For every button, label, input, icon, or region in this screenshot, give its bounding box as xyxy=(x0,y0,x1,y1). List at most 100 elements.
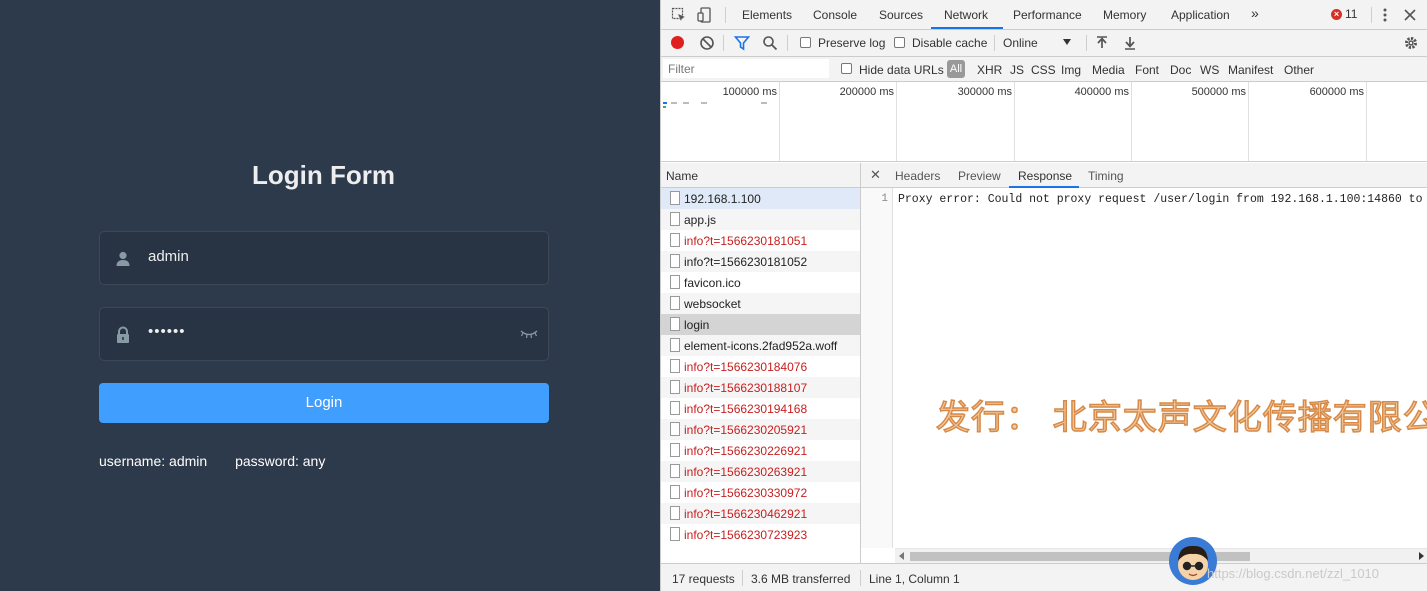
password-tip: password: any xyxy=(235,453,326,469)
login-button[interactable]: Login xyxy=(99,383,549,423)
file-icon xyxy=(670,422,680,436)
import-har-icon[interactable] xyxy=(1094,35,1110,51)
type-filter-manifest[interactable]: Manifest xyxy=(1228,63,1273,77)
request-row[interactable]: 192.168.1.100 xyxy=(661,188,860,209)
password-field[interactable]: •••••• xyxy=(99,307,549,361)
request-row[interactable]: info?t=1566230181051 xyxy=(661,230,860,251)
tick-label: 500000 ms xyxy=(1191,86,1246,98)
network-overview[interactable]: 100000 ms 200000 ms 300000 ms 400000 ms … xyxy=(661,82,1427,162)
request-row[interactable]: app.js xyxy=(661,209,860,230)
more-tabs-icon[interactable]: » xyxy=(1251,5,1259,21)
eye-closed-icon[interactable] xyxy=(520,328,538,340)
request-name: info?t=1566230181052 xyxy=(684,255,808,269)
inspect-element-icon[interactable] xyxy=(671,7,687,23)
request-row[interactable]: info?t=1566230263921 xyxy=(661,461,860,482)
request-row[interactable]: info?t=1566230226921 xyxy=(661,440,860,461)
file-icon xyxy=(670,233,680,247)
request-row[interactable]: info?t=1566230194168 xyxy=(661,398,860,419)
request-row[interactable]: info?t=1566230184076 xyxy=(661,356,860,377)
request-row[interactable]: info?t=1566230462921 xyxy=(661,503,860,524)
tab-response[interactable]: Response xyxy=(1018,169,1072,183)
scroll-right-icon[interactable] xyxy=(1419,552,1424,560)
device-toolbar-icon[interactable] xyxy=(697,7,713,23)
disable-cache-label[interactable]: Disable cache xyxy=(912,36,987,50)
request-row[interactable]: info?t=1566230181052 xyxy=(661,251,860,272)
preserve-log-label[interactable]: Preserve log xyxy=(818,36,885,50)
tab-network[interactable]: Network xyxy=(944,8,988,22)
error-count[interactable]: 11 xyxy=(1345,7,1357,21)
request-name: info?t=1566230462921 xyxy=(684,507,808,521)
error-icon[interactable]: × xyxy=(1331,9,1342,20)
tab-preview[interactable]: Preview xyxy=(958,169,1001,183)
timeline-bar xyxy=(663,102,667,104)
type-filter-all[interactable]: All xyxy=(947,60,965,78)
tab-timing[interactable]: Timing xyxy=(1088,169,1124,183)
tab-performance[interactable]: Performance xyxy=(1013,8,1082,22)
close-detail-icon[interactable]: ✕ xyxy=(870,167,881,183)
username-field[interactable]: admin xyxy=(99,231,549,285)
throttling-select[interactable]: Online xyxy=(1003,36,1038,50)
chevron-down-icon[interactable] xyxy=(1063,39,1071,45)
file-icon xyxy=(670,338,680,352)
type-filter-xhr[interactable]: XHR xyxy=(977,63,1002,77)
request-row[interactable]: info?t=1566230330972 xyxy=(661,482,860,503)
scroll-left-icon[interactable] xyxy=(899,552,904,560)
file-icon xyxy=(670,191,680,205)
request-row[interactable]: websocket xyxy=(661,293,860,314)
export-har-icon[interactable] xyxy=(1122,35,1138,51)
tick-label: 300000 ms xyxy=(957,86,1012,98)
clear-icon[interactable] xyxy=(699,35,715,51)
name-column-header[interactable]: Name xyxy=(666,169,698,183)
request-list-header[interactable]: Name xyxy=(661,163,861,188)
request-name: info?t=1566230330972 xyxy=(684,486,808,500)
type-filter-other[interactable]: Other xyxy=(1284,63,1314,77)
filter-input[interactable] xyxy=(663,59,829,78)
record-icon[interactable] xyxy=(671,36,684,49)
tab-memory[interactable]: Memory xyxy=(1103,8,1146,22)
request-row[interactable]: favicon.ico xyxy=(661,272,860,293)
request-row[interactable]: element-icons.2fad952a.woff xyxy=(661,335,860,356)
tab-console[interactable]: Console xyxy=(813,8,857,22)
timeline-bar xyxy=(701,102,707,104)
request-row[interactable]: info?t=1566230723923 xyxy=(661,524,860,545)
disable-cache-checkbox[interactable] xyxy=(894,37,905,48)
file-icon xyxy=(670,296,680,310)
type-filter-ws[interactable]: WS xyxy=(1200,63,1219,77)
response-text[interactable]: Proxy error: Could not proxy request /us… xyxy=(898,193,1427,206)
network-toolbar: Preserve log Disable cache Online xyxy=(661,30,1427,57)
file-icon xyxy=(670,527,680,541)
line-gutter: 1 xyxy=(861,188,893,548)
response-viewer[interactable]: 1 Proxy error: Could not proxy request /… xyxy=(861,188,1427,563)
tab-sources[interactable]: Sources xyxy=(879,8,923,22)
tab-application[interactable]: Application xyxy=(1171,8,1230,22)
hide-data-urls-label[interactable]: Hide data URLs xyxy=(859,63,944,77)
filter-icon[interactable] xyxy=(734,35,750,51)
type-filter-css[interactable]: CSS xyxy=(1031,63,1056,77)
password-value[interactable]: •••••• xyxy=(148,323,186,340)
request-row[interactable]: info?t=1566230205921 xyxy=(661,419,860,440)
hide-data-urls-checkbox[interactable] xyxy=(841,63,852,74)
request-name: 192.168.1.100 xyxy=(684,192,761,206)
request-name: info?t=1566230226921 xyxy=(684,444,808,458)
username-tip: username: admin xyxy=(99,453,208,469)
gear-icon[interactable] xyxy=(1403,35,1419,51)
search-icon[interactable] xyxy=(762,35,778,51)
devtools-tab-bar: Elements Console Sources Network Perform… xyxy=(661,0,1427,30)
kebab-menu-icon[interactable] xyxy=(1377,7,1393,23)
type-filter-font[interactable]: Font xyxy=(1135,63,1159,77)
tab-elements[interactable]: Elements xyxy=(742,8,792,22)
cursor-position: Line 1, Column 1 xyxy=(869,572,960,586)
type-filter-media[interactable]: Media xyxy=(1092,63,1125,77)
request-row[interactable]: login xyxy=(661,314,860,335)
type-filter-img[interactable]: Img xyxy=(1061,63,1081,77)
horizontal-scrollbar[interactable] xyxy=(895,548,1427,563)
close-devtools-icon[interactable] xyxy=(1402,7,1418,23)
preserve-log-checkbox[interactable] xyxy=(800,37,811,48)
type-filter-js[interactable]: JS xyxy=(1010,63,1024,77)
type-filter-doc[interactable]: Doc xyxy=(1170,63,1191,77)
tab-headers[interactable]: Headers xyxy=(895,169,940,183)
request-name: info?t=1566230263921 xyxy=(684,465,808,479)
timeline-bar xyxy=(761,102,767,104)
request-row[interactable]: info?t=1566230188107 xyxy=(661,377,860,398)
username-value[interactable]: admin xyxy=(148,248,189,265)
